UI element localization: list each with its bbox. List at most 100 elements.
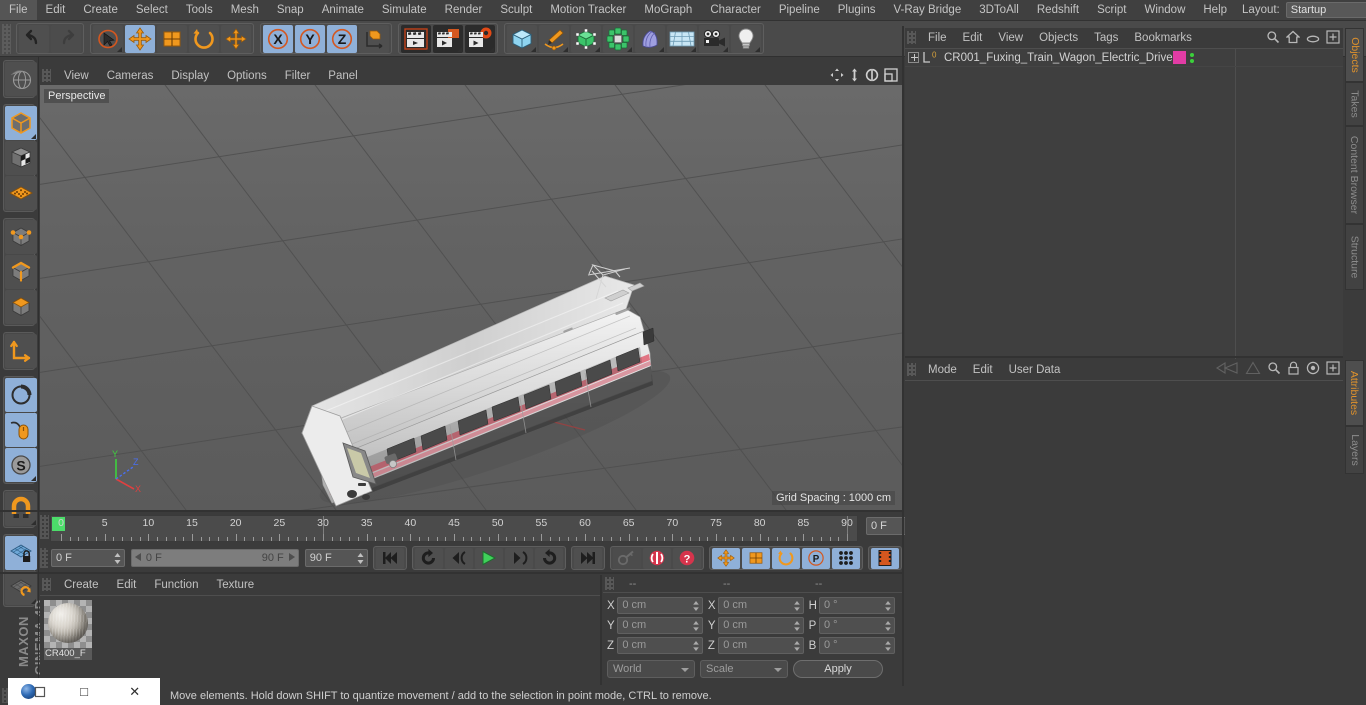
home-icon[interactable] [1285,30,1301,49]
autokeying-button[interactable] [642,547,671,569]
polygons-mode-button[interactable] [5,290,37,324]
layout-dropdown[interactable]: Startup [1285,2,1366,18]
restore-window-button[interactable]: □ [59,684,110,699]
size-x-input[interactable]: 0 cm [718,597,804,616]
world-object-coordinates[interactable] [359,24,389,53]
apply-button[interactable]: Apply [793,660,883,678]
undo-button[interactable] [19,24,49,53]
menu-item-motion-tracker[interactable]: Motion Tracker [541,0,635,20]
add-deformer-object[interactable] [635,24,665,53]
plus-box-icon[interactable] [1326,361,1340,380]
transport-grip[interactable] [40,548,48,568]
step-back-button[interactable] [444,547,473,569]
menu-item-window[interactable]: Window [1135,0,1194,20]
attribute-menu-user-data[interactable]: User Data [1001,364,1069,376]
spinner-icon[interactable] [793,601,800,616]
toolbar-grip[interactable] [2,23,11,54]
record-parameter-button[interactable] [831,547,860,569]
object-menu-objects[interactable]: Objects [1031,32,1086,44]
menu-item-help[interactable]: Help [1194,0,1236,20]
record-scale-button[interactable] [741,547,770,569]
add-camera-object[interactable] [699,24,729,53]
viewport-menu-cameras[interactable]: Cameras [98,70,163,82]
viewport-timeline-splitter[interactable] [0,510,902,512]
visibility-dots-icon[interactable] [1190,52,1195,63]
add-light-object[interactable] [731,24,761,53]
material-menu-create[interactable]: Create [55,579,108,591]
material-menu-texture[interactable]: Texture [207,579,263,591]
add-mograph-object[interactable] [603,24,633,53]
arrow-up-icon[interactable] [1245,361,1261,380]
texture-mode-button[interactable] [5,176,37,210]
plus-box-icon[interactable] [1326,30,1340,49]
record-active-objects-button[interactable] [612,547,641,569]
tab-objects[interactable]: Objects [1345,28,1364,82]
expand-toggle-icon[interactable] [908,52,919,63]
position-y-input[interactable]: 0 cm [617,617,703,634]
material-menu-edit[interactable]: Edit [108,579,146,591]
move-tool[interactable] [125,24,155,53]
viewport-menu-options[interactable]: Options [218,70,276,82]
go-to-end-button[interactable] [573,547,602,569]
tab-attributes[interactable]: Attributes [1345,360,1364,426]
size-z-input[interactable]: 0 cm [718,637,804,656]
menu-item-pipeline[interactable]: Pipeline [770,0,829,20]
lock-z-axis[interactable]: Z [327,24,357,53]
record-rotation-button[interactable] [771,547,800,569]
main-right-splitter[interactable] [902,26,904,686]
render-settings-button[interactable] [465,24,495,53]
attribute-menu-edit[interactable]: Edit [965,364,1001,376]
menu-item-mesh[interactable]: Mesh [222,0,268,20]
spinner-icon[interactable] [793,641,800,656]
menu-item-tools[interactable]: Tools [177,0,222,20]
object-manager-grip[interactable] [907,31,916,44]
edges-mode-button[interactable] [5,255,37,289]
timeline-grip[interactable] [40,515,49,539]
enable-axis-button[interactable] [5,334,37,368]
record-pla-button[interactable]: P [801,547,830,569]
viewport-menu-view[interactable]: View [55,70,98,82]
coordinates-grip[interactable] [605,577,614,590]
object-menu-view[interactable]: View [990,32,1031,44]
position-x-input[interactable]: 0 cm [617,597,703,614]
viewport-solo-button[interactable] [5,378,37,412]
lock-icon[interactable] [1287,361,1300,380]
menu-item-simulate[interactable]: Simulate [373,0,436,20]
range-left-arrow-icon[interactable] [134,552,143,564]
object-menu-tags[interactable]: Tags [1086,32,1126,44]
play-button[interactable] [474,547,503,569]
menu-item-edit[interactable]: Edit [37,0,75,20]
rotate-tool[interactable] [189,24,219,53]
rotation-p-input[interactable]: 0 ° [819,617,895,634]
attribute-content-area[interactable] [905,380,1343,685]
lock-x-axis[interactable]: X [263,24,293,53]
material-list[interactable]: CR400_F [40,595,600,685]
play-backwards-loop-button[interactable] [414,547,443,569]
target-icon[interactable] [1306,361,1320,380]
table-row[interactable]: 0 CR001_Fuxing_Train_Wagon_Electric_Driv… [905,49,1343,67]
spinner-icon[interactable] [885,641,891,656]
magnet-tool-button[interactable] [5,492,37,526]
step-forward-button[interactable] [504,547,533,569]
object-menu-edit[interactable]: Edit [955,32,991,44]
menu-item-create[interactable]: Create [74,0,127,20]
object-attribute-splitter[interactable] [905,356,1343,358]
model-mode-button[interactable] [5,141,37,175]
transport-material-splitter[interactable] [0,572,902,574]
spinner-icon[interactable] [114,553,121,564]
points-mode-button[interactable] [5,220,37,254]
attribute-menu-mode[interactable]: Mode [920,364,965,376]
lock-y-axis[interactable]: Y [295,24,325,53]
spinner-icon[interactable] [693,641,699,656]
menu-item-plugins[interactable]: Plugins [829,0,885,20]
menu-item-render[interactable]: Render [436,0,492,20]
search-icon[interactable] [1266,30,1280,49]
timeline-view-button[interactable] [870,547,899,569]
viewport-3d-canvas[interactable] [40,85,902,510]
spinner-icon[interactable] [885,601,891,616]
viewport-menu-filter[interactable]: Filter [276,70,320,82]
rotation-h-input[interactable]: 0 ° [819,597,895,614]
menu-item-select[interactable]: Select [127,0,177,20]
coordinate-mode-dropdown[interactable]: Scale [700,660,788,678]
material-preview-thumbnail[interactable] [44,600,92,648]
